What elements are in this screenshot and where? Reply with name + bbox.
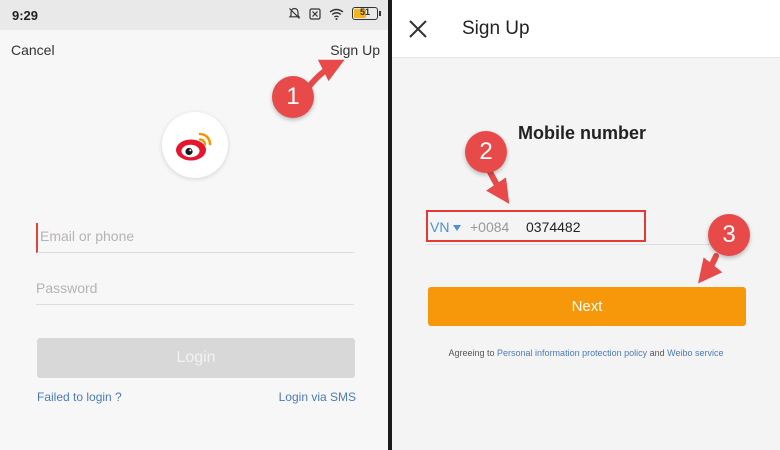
phone-number-row: VN +0084 <box>426 210 646 242</box>
login-via-sms-link[interactable]: Login via SMS <box>279 390 356 404</box>
sign-up-link[interactable]: Sign Up <box>330 42 380 58</box>
email-input[interactable] <box>40 223 354 249</box>
phone-number-input[interactable] <box>526 216 636 238</box>
terms-and: and <box>649 348 665 358</box>
status-bar: 9:29 51 <box>0 0 388 30</box>
weibo-logo <box>162 112 228 178</box>
status-time: 9:29 <box>12 8 39 23</box>
sim-card-off-icon <box>309 7 321 20</box>
weibo-service-link[interactable]: Weibo service <box>667 348 723 358</box>
page-title: Sign Up <box>462 18 530 39</box>
email-field-wrapper <box>36 223 354 253</box>
battery-icon: 51 <box>352 7 381 20</box>
privacy-policy-link[interactable]: Personal information protection policy <box>497 348 647 358</box>
step-marker-3: 3 <box>708 214 750 256</box>
next-button[interactable]: Next <box>428 287 746 326</box>
login-button[interactable]: Login <box>37 338 355 378</box>
phone-underline <box>426 244 744 245</box>
battery-level: 51 <box>359 7 370 17</box>
status-icons: 51 <box>288 7 381 20</box>
login-screen: 9:29 51 Cancel Sign Up Email or phone Lo… <box>0 0 388 450</box>
mobile-number-heading: Mobile number <box>518 123 647 143</box>
step-marker-2: 2 <box>465 131 507 173</box>
top-bar: Sign Up <box>392 0 780 58</box>
close-icon[interactable] <box>408 19 428 39</box>
terms-prefix: Agreeing to <box>448 348 495 358</box>
failed-to-login-link[interactable]: Failed to login ? <box>37 390 122 404</box>
notifications-off-icon <box>288 7 301 19</box>
weibo-logo-icon <box>176 132 212 161</box>
step-marker-1: 1 <box>272 76 314 118</box>
password-input[interactable] <box>36 275 354 301</box>
country-selector[interactable]: VN <box>430 219 449 235</box>
cancel-button[interactable]: Cancel <box>11 42 55 58</box>
password-field-wrapper <box>36 275 354 305</box>
wifi-icon <box>329 8 344 20</box>
terms-text: Agreeing to Personal information protect… <box>392 348 780 358</box>
dial-code: +0084 <box>470 219 510 235</box>
chevron-down-icon[interactable] <box>453 225 461 231</box>
